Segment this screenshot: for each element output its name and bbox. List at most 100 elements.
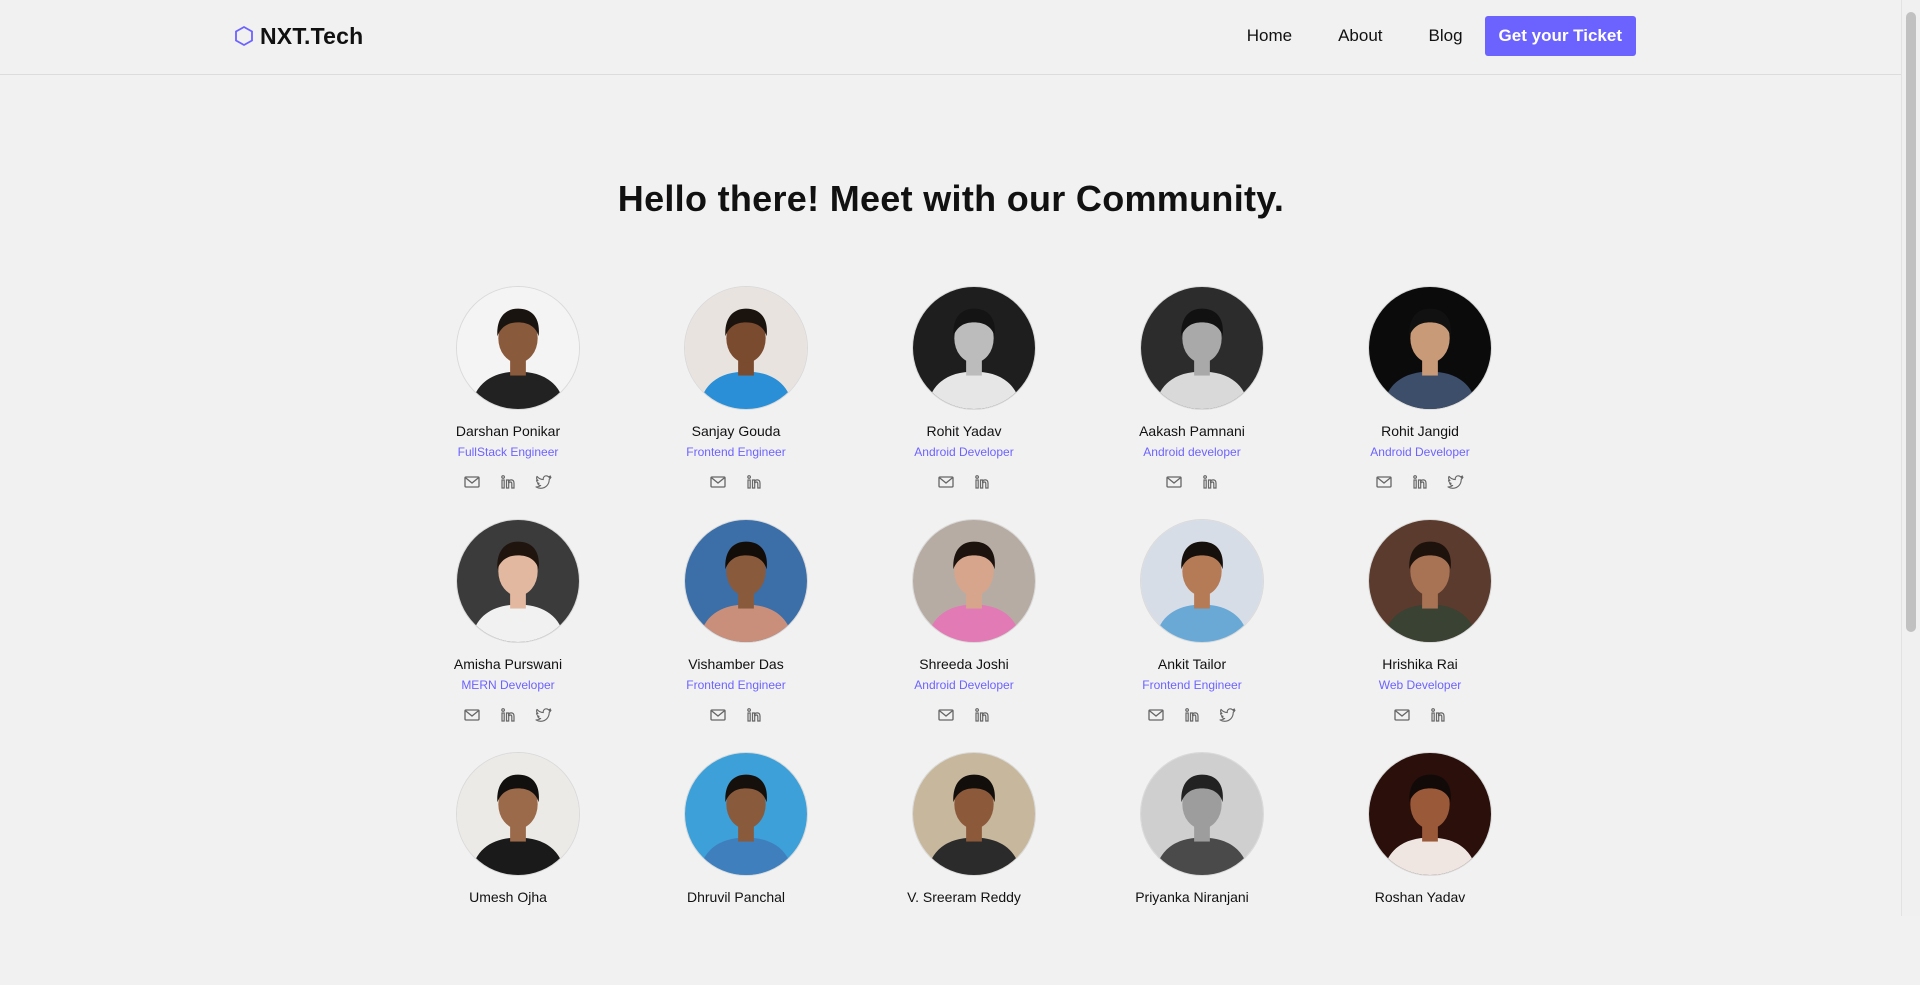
nav-blog[interactable]: Blog	[1429, 26, 1463, 46]
member-name: Umesh Ojha	[469, 889, 547, 905]
member-avatar	[912, 752, 1036, 876]
twitter-icon[interactable]	[533, 472, 555, 492]
mail-icon[interactable]	[935, 472, 957, 492]
member-avatar	[456, 519, 580, 643]
scrollbar-thumb[interactable]	[1906, 12, 1916, 632]
member-role: Frontend Engineer	[686, 678, 786, 692]
member-name: Hrishika Rai	[1382, 656, 1458, 672]
member-role: MERN Developer	[461, 678, 555, 692]
member-socials	[622, 705, 850, 725]
linkedin-icon[interactable]	[743, 472, 765, 492]
member-name: Priyanka Niranjani	[1135, 889, 1249, 905]
member-card: Hrishika Rai Web Developer	[1306, 519, 1534, 752]
member-socials	[394, 472, 622, 492]
mail-icon[interactable]	[707, 472, 729, 492]
mail-icon[interactable]	[707, 705, 729, 725]
linkedin-icon[interactable]	[1181, 705, 1203, 725]
member-socials	[1078, 705, 1306, 725]
member-socials	[622, 472, 850, 492]
member-role: Web Developer	[1378, 678, 1462, 692]
page-title: Hello there! Meet with our Community.	[617, 178, 1285, 219]
mail-icon[interactable]	[1391, 705, 1413, 725]
member-name: V. Sreeram Reddy	[907, 889, 1021, 905]
member-avatar	[912, 519, 1036, 643]
member-name: Vishamber Das	[688, 656, 784, 672]
nav-home[interactable]: Home	[1247, 26, 1292, 46]
member-socials	[394, 705, 622, 725]
member-name: Dhruvil Panchal	[686, 889, 786, 905]
mail-icon[interactable]	[1145, 705, 1167, 725]
member-card: Priyanka Niranjani	[1078, 752, 1306, 985]
member-avatar	[456, 286, 580, 410]
member-socials	[850, 472, 1078, 492]
logo-text: NXT.Tech	[260, 22, 364, 49]
member-name: Shreeda Joshi	[919, 656, 1009, 672]
member-role: FullStack Engineer	[457, 445, 559, 459]
member-card: Sanjay Gouda Frontend Engineer	[622, 286, 850, 519]
mail-icon[interactable]	[1373, 472, 1395, 492]
member-name: Ankit Tailor	[1157, 656, 1227, 672]
twitter-icon[interactable]	[533, 705, 555, 725]
member-avatar	[1368, 286, 1492, 410]
mail-icon[interactable]	[461, 705, 483, 725]
linkedin-icon[interactable]	[743, 705, 765, 725]
twitter-icon[interactable]	[1445, 472, 1467, 492]
member-name: Sanjay Gouda	[691, 423, 781, 439]
nav-about[interactable]: About	[1338, 26, 1382, 46]
linkedin-icon[interactable]	[497, 472, 519, 492]
member-card: Umesh Ojha	[394, 752, 622, 985]
member-avatar	[1368, 752, 1492, 876]
linkedin-icon[interactable]	[1199, 472, 1221, 492]
member-role: Android developer	[1143, 445, 1241, 459]
member-avatar	[684, 286, 808, 410]
mail-icon[interactable]	[935, 705, 957, 725]
member-name: Darshan Ponikar	[455, 423, 561, 439]
member-card: Ankit Tailor Frontend Engineer	[1078, 519, 1306, 752]
member-card: Dhruvil Panchal	[622, 752, 850, 985]
member-grid: Darshan Ponikar FullStack Engineer Sanjay …	[394, 286, 1534, 985]
member-socials	[1306, 472, 1534, 492]
member-socials	[850, 705, 1078, 725]
member-card: Rohit Jangid Android Developer	[1306, 286, 1534, 519]
member-socials	[1306, 705, 1534, 725]
member-role: Android Developer	[1370, 445, 1470, 459]
member-card: Roshan Yadav	[1306, 752, 1534, 985]
main-nav: Home About Blog Get your Ticket	[1247, 16, 1636, 56]
member-card: Vishamber Das Frontend Engineer	[622, 519, 850, 752]
member-card: Amisha Purswani MERN Developer	[394, 519, 622, 752]
member-avatar	[1140, 286, 1264, 410]
member-card: Aakash Pamnani Android developer	[1078, 286, 1306, 519]
mail-icon[interactable]	[1163, 472, 1185, 492]
member-avatar	[912, 286, 1036, 410]
member-role: Frontend Engineer	[686, 445, 786, 459]
linkedin-icon[interactable]	[1409, 472, 1431, 492]
linkedin-icon[interactable]	[971, 472, 993, 492]
twitter-icon[interactable]	[1217, 705, 1239, 725]
logo[interactable]: NXT.Tech	[234, 20, 363, 52]
get-ticket-button[interactable]: Get your Ticket	[1484, 16, 1636, 56]
member-name: Rohit Jangid	[1381, 423, 1459, 439]
member-name: Amisha Purswani	[453, 656, 563, 672]
member-socials	[1078, 472, 1306, 492]
member-card: Rohit Yadav Android Developer	[850, 286, 1078, 519]
member-role: Frontend Engineer	[1142, 678, 1242, 692]
member-card: Darshan Ponikar FullStack Engineer	[394, 286, 622, 519]
member-card: V. Sreeram Reddy	[850, 752, 1078, 985]
member-avatar	[1368, 519, 1492, 643]
member-name: Aakash Pamnani	[1139, 423, 1245, 439]
member-role: Android Developer	[914, 678, 1014, 692]
member-name: Rohit Yadav	[926, 423, 1002, 439]
hexagon-logo-icon	[235, 25, 253, 47]
member-avatar	[1140, 519, 1264, 643]
linkedin-icon[interactable]	[971, 705, 993, 725]
site-header: NXT.Tech Home About Blog Get your Ticket	[0, 0, 1902, 75]
member-avatar	[684, 752, 808, 876]
linkedin-icon[interactable]	[1427, 705, 1449, 725]
member-avatar	[456, 752, 580, 876]
linkedin-icon[interactable]	[497, 705, 519, 725]
scrollbar[interactable]	[1901, 0, 1920, 916]
mail-icon[interactable]	[461, 472, 483, 492]
member-avatar	[1140, 752, 1264, 876]
member-name: Roshan Yadav	[1374, 889, 1466, 905]
member-role: Android Developer	[914, 445, 1014, 459]
